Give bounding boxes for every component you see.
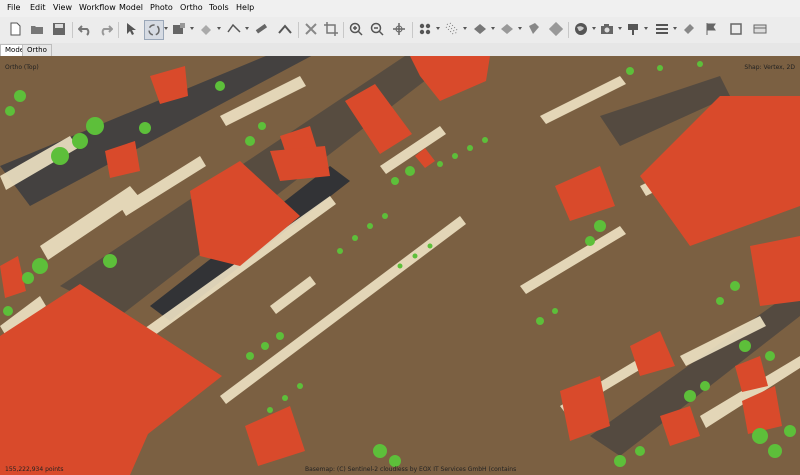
ruler-icon[interactable] [252, 20, 270, 38]
snap-status-label: Shap: Vertex, 2D [744, 64, 795, 71]
menu-help[interactable]: Help [236, 3, 254, 12]
delete-icon[interactable] [302, 20, 320, 38]
open-icon[interactable] [28, 20, 46, 38]
menu-edit[interactable]: Edit [30, 3, 46, 12]
new-icon[interactable] [6, 20, 24, 38]
tiled-model-icon[interactable] [525, 20, 543, 38]
dense-cloud-icon[interactable] [443, 20, 461, 38]
menu-photo[interactable]: Photo [150, 3, 173, 12]
point-count-label: 155,222,934 points [5, 466, 64, 473]
shape-icon[interactable] [197, 20, 215, 38]
points-icon[interactable] [416, 20, 434, 38]
save-icon[interactable] [50, 20, 68, 38]
angle-icon[interactable] [276, 20, 294, 38]
pin-icon[interactable] [624, 20, 642, 38]
pointer-icon[interactable] [122, 20, 140, 38]
flag-icon[interactable] [702, 20, 720, 38]
panel-icon[interactable] [751, 20, 769, 38]
basemap-attribution: Basemap: (C) Sentinel-2 cloudless by EOX… [305, 466, 517, 473]
main-toolbar [0, 17, 800, 44]
menu-tools[interactable]: Tools [209, 3, 229, 12]
shapes-icon[interactable] [680, 20, 698, 38]
globe-icon[interactable] [572, 20, 590, 38]
menu-bar: File Edit View Workflow Model Photo Orth… [0, 0, 800, 17]
view-mode-label: Ortho (Top) [5, 64, 39, 71]
menu-model[interactable]: Model [119, 3, 143, 12]
tab-ortho[interactable]: Ortho [22, 44, 52, 56]
mesh-icon[interactable] [471, 20, 489, 38]
texture-icon[interactable] [498, 20, 516, 38]
model-view-icon[interactable] [547, 20, 565, 38]
rectangle-select-icon[interactable] [170, 20, 188, 38]
menu-view[interactable]: View [53, 3, 72, 12]
polyline-icon[interactable] [225, 20, 243, 38]
camera-icon[interactable] [598, 20, 616, 38]
region-icon[interactable] [727, 20, 745, 38]
redo-icon[interactable] [97, 20, 115, 38]
crop-icon[interactable] [322, 20, 340, 38]
move-icon[interactable] [390, 20, 408, 38]
rotate-icon[interactable] [144, 20, 164, 40]
view-tabs: Model Ortho [0, 43, 800, 57]
undo-icon[interactable] [76, 20, 94, 38]
zoom-out-icon[interactable] [368, 20, 386, 38]
markers-icon[interactable] [653, 20, 671, 38]
point-cloud-render [0, 56, 800, 475]
menu-workflow[interactable]: Workflow [79, 3, 116, 12]
model-viewport[interactable]: Ortho (Top) Shap: Vertex, 2D 155,222,934… [0, 56, 800, 475]
menu-file[interactable]: File [7, 3, 20, 12]
tab-ortho-label: Ortho [27, 46, 47, 54]
menu-ortho[interactable]: Ortho [180, 3, 203, 12]
zoom-in-icon[interactable] [347, 20, 365, 38]
